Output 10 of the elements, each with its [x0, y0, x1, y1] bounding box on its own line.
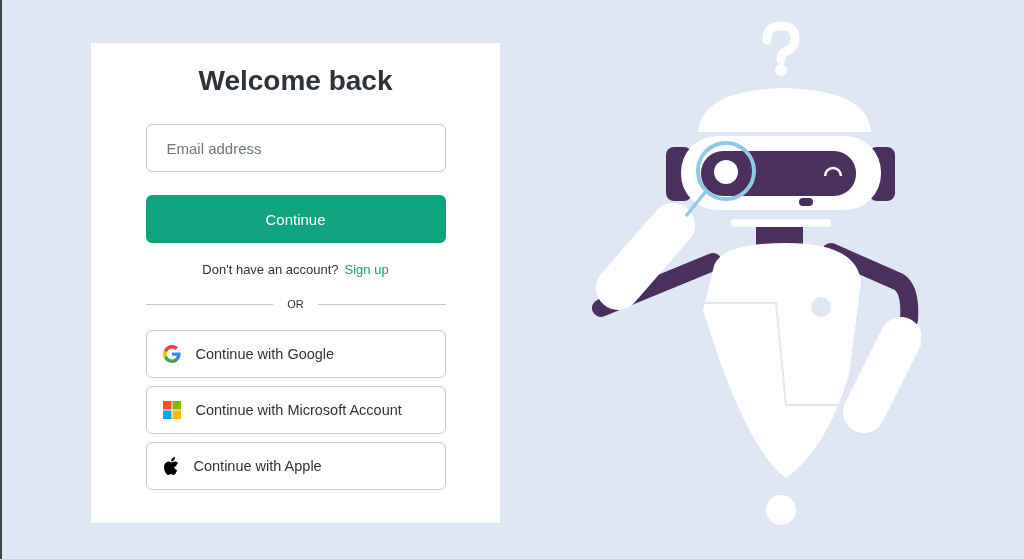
welcome-title: Welcome back [198, 64, 393, 98]
microsoft-signin-button[interactable]: Continue with Microsoft Account [145, 386, 446, 434]
google-signin-button[interactable]: Continue with Google [145, 330, 446, 378]
signup-prompt: Don't have an account? [202, 261, 339, 277]
apple-signin-button[interactable]: Continue with Apple [145, 442, 446, 490]
divider-label: OR [287, 298, 304, 310]
windows-logo-icon [162, 401, 181, 419]
email-field[interactable]: Email address [145, 124, 446, 172]
google-icon [162, 345, 181, 363]
apple-icon [162, 457, 179, 475]
